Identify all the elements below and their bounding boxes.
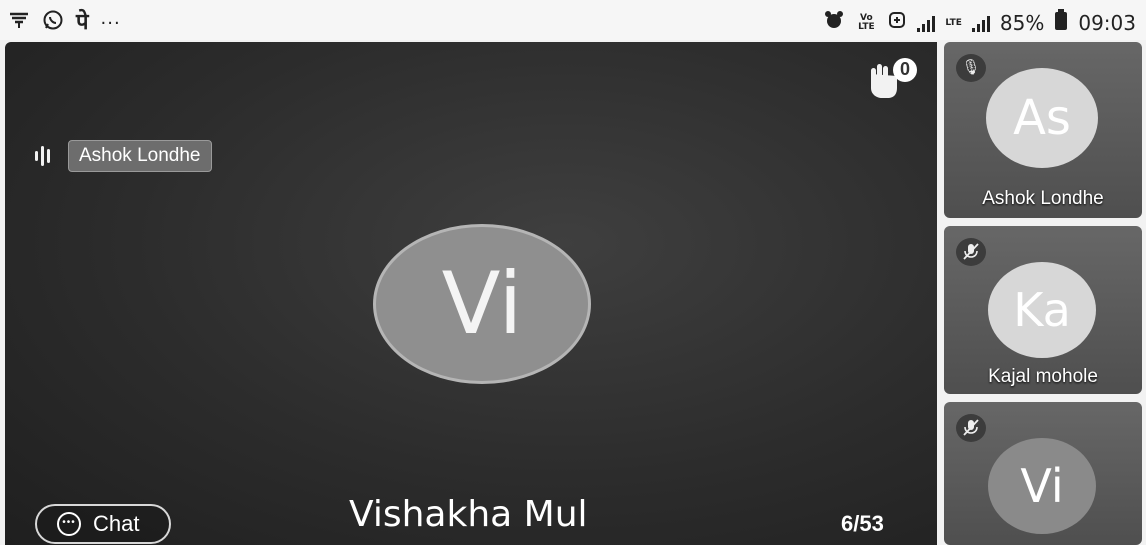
alarm-icon	[823, 9, 845, 37]
participant-avatar: Vi	[988, 438, 1096, 534]
active-speaker-name: Ashok Londhe	[68, 140, 212, 172]
lte-icon: LTE	[945, 17, 962, 28]
participant-tile[interactable]: Vi	[944, 402, 1142, 545]
participant-avatar: As	[986, 68, 1098, 168]
signal-icon-2	[971, 14, 990, 32]
participant-name: Ashok Londhe	[982, 188, 1104, 209]
chat-button[interactable]: ••• Chat	[35, 504, 171, 544]
raised-hands-button[interactable]: 0	[865, 56, 917, 100]
chat-icon: •••	[57, 512, 81, 536]
mic-on-icon: 🎙	[956, 54, 986, 82]
clock: 09:03	[1078, 11, 1136, 35]
participant-name: Kajal mohole	[988, 366, 1098, 387]
battery-percent: 85%	[999, 11, 1045, 35]
participant-tile[interactable]: 🎙 As Ashok Londhe	[944, 42, 1142, 218]
whatsapp-icon	[42, 9, 64, 37]
audio-level-icon	[35, 145, 50, 167]
mic-muted-icon	[956, 238, 986, 266]
status-right: Vo LTE LTE 85% 09:03	[823, 9, 1136, 37]
active-speaker-indicator: Ashok Londhe	[35, 140, 212, 172]
more-notifications-icon: ···	[100, 12, 121, 34]
status-left: पे ···	[8, 9, 121, 37]
main-participant-avatar: Vi	[373, 224, 591, 384]
chat-label: Chat	[93, 511, 140, 536]
participant-page-counter: 6/53	[841, 511, 884, 536]
antenna-icon	[8, 10, 30, 36]
data-saver-icon	[887, 10, 907, 36]
mic-muted-icon	[956, 414, 986, 442]
participant-tile[interactable]: Ka Kajal mohole	[944, 226, 1142, 394]
status-bar: पे ··· Vo LTE LTE 85% 09:03	[0, 0, 1146, 40]
main-participant-name: Vishakha Mul	[349, 494, 588, 535]
main-video-stage[interactable]: Ashok Londhe 0 Vi ••• Chat Vishakha Mul …	[5, 42, 937, 545]
volte-icon: Vo LTE	[858, 13, 875, 32]
raised-hands-count: 0	[899, 59, 910, 79]
signal-icon-1	[917, 14, 936, 32]
participant-avatar: Ka	[988, 262, 1096, 358]
battery-icon	[1054, 9, 1068, 37]
phonepe-icon: पे	[76, 10, 89, 35]
